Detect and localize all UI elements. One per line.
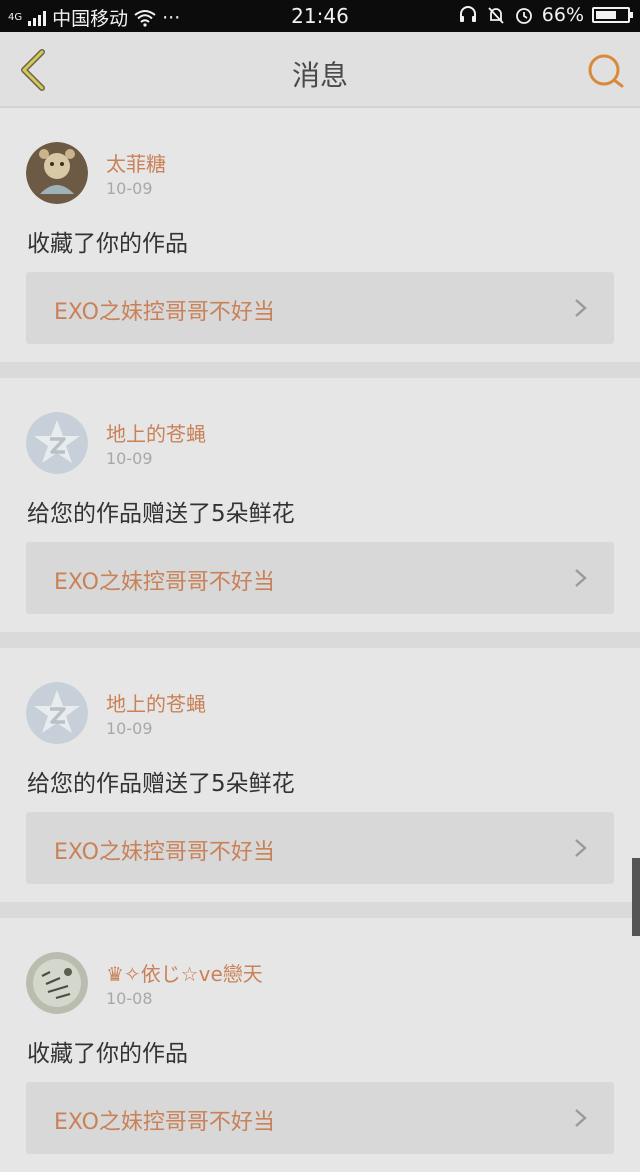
divider (0, 632, 640, 648)
message-date: 10-08 (106, 989, 153, 1008)
chevron-right-icon (575, 1109, 587, 1127)
message-action: 收藏了你的作品 (27, 1041, 188, 1067)
page-title: 消息 (291, 59, 348, 92)
work-link[interactable]: EXO之妹控哥哥不好当 (26, 542, 614, 614)
search-icon[interactable] (586, 52, 626, 92)
message-action: 收藏了你的作品 (27, 231, 188, 257)
message-item: 地上的苍蝇 10-09 给您的作品赠送了5朵鲜花 EXO之妹控哥哥不好当 (0, 378, 640, 632)
message-item: ♛✧依じ☆ve戀天 10-08 收藏了你的作品 EXO之妹控哥哥不好当 (0, 918, 640, 1172)
avatar[interactable] (26, 952, 88, 1014)
username[interactable]: 太菲糖 (106, 148, 166, 177)
work-link[interactable]: EXO之妹控哥哥不好当 (26, 1082, 614, 1154)
status-bar: 4G 中国移动 ··· 21:46 66% (0, 0, 640, 32)
chevron-right-icon (575, 569, 587, 587)
username[interactable]: ♛✧依じ☆ve戀天 (106, 958, 263, 987)
work-title: EXO之妹控哥哥不好当 (54, 840, 275, 865)
message-item: 太菲糖 10-09 收藏了你的作品 EXO之妹控哥哥不好当 (0, 108, 640, 362)
avatar[interactable] (26, 142, 88, 204)
message-action: 给您的作品赠送了5朵鲜花 (27, 501, 295, 527)
avatar[interactable] (26, 412, 88, 474)
username[interactable]: 地上的苍蝇 (106, 688, 206, 717)
chevron-right-icon (575, 299, 587, 317)
message-date: 10-09 (106, 179, 153, 198)
work-title: EXO之妹控哥哥不好当 (54, 570, 275, 595)
message-list: 太菲糖 10-09 收藏了你的作品 EXO之妹控哥哥不好当 地上的苍蝇 10-0… (0, 108, 640, 1172)
battery-icon (592, 7, 633, 23)
work-link[interactable]: EXO之妹控哥哥不好当 (26, 812, 614, 884)
message-date: 10-09 (106, 449, 153, 468)
avatar[interactable] (26, 682, 88, 744)
battery-percent: 66% (541, 4, 584, 26)
headset-icon (459, 6, 476, 22)
work-link[interactable]: EXO之妹控哥哥不好当 (26, 272, 614, 344)
bell-muted-icon (488, 7, 504, 24)
message-action: 给您的作品赠送了5朵鲜花 (27, 771, 295, 797)
divider (0, 902, 640, 918)
scrollbar[interactable] (632, 858, 640, 936)
alarm-icon (515, 8, 532, 24)
work-title: EXO之妹控哥哥不好当 (54, 1110, 275, 1135)
username[interactable]: 地上的苍蝇 (106, 418, 206, 447)
chevron-right-icon (575, 839, 587, 857)
battery-fill (596, 11, 616, 19)
status-right: 66% (458, 4, 633, 26)
navigation-bar: 消息 (0, 32, 640, 108)
message-item: 地上的苍蝇 10-09 给您的作品赠送了5朵鲜花 EXO之妹控哥哥不好当 (0, 648, 640, 902)
work-title: EXO之妹控哥哥不好当 (54, 300, 275, 325)
divider (0, 362, 640, 378)
message-date: 10-09 (106, 719, 153, 738)
